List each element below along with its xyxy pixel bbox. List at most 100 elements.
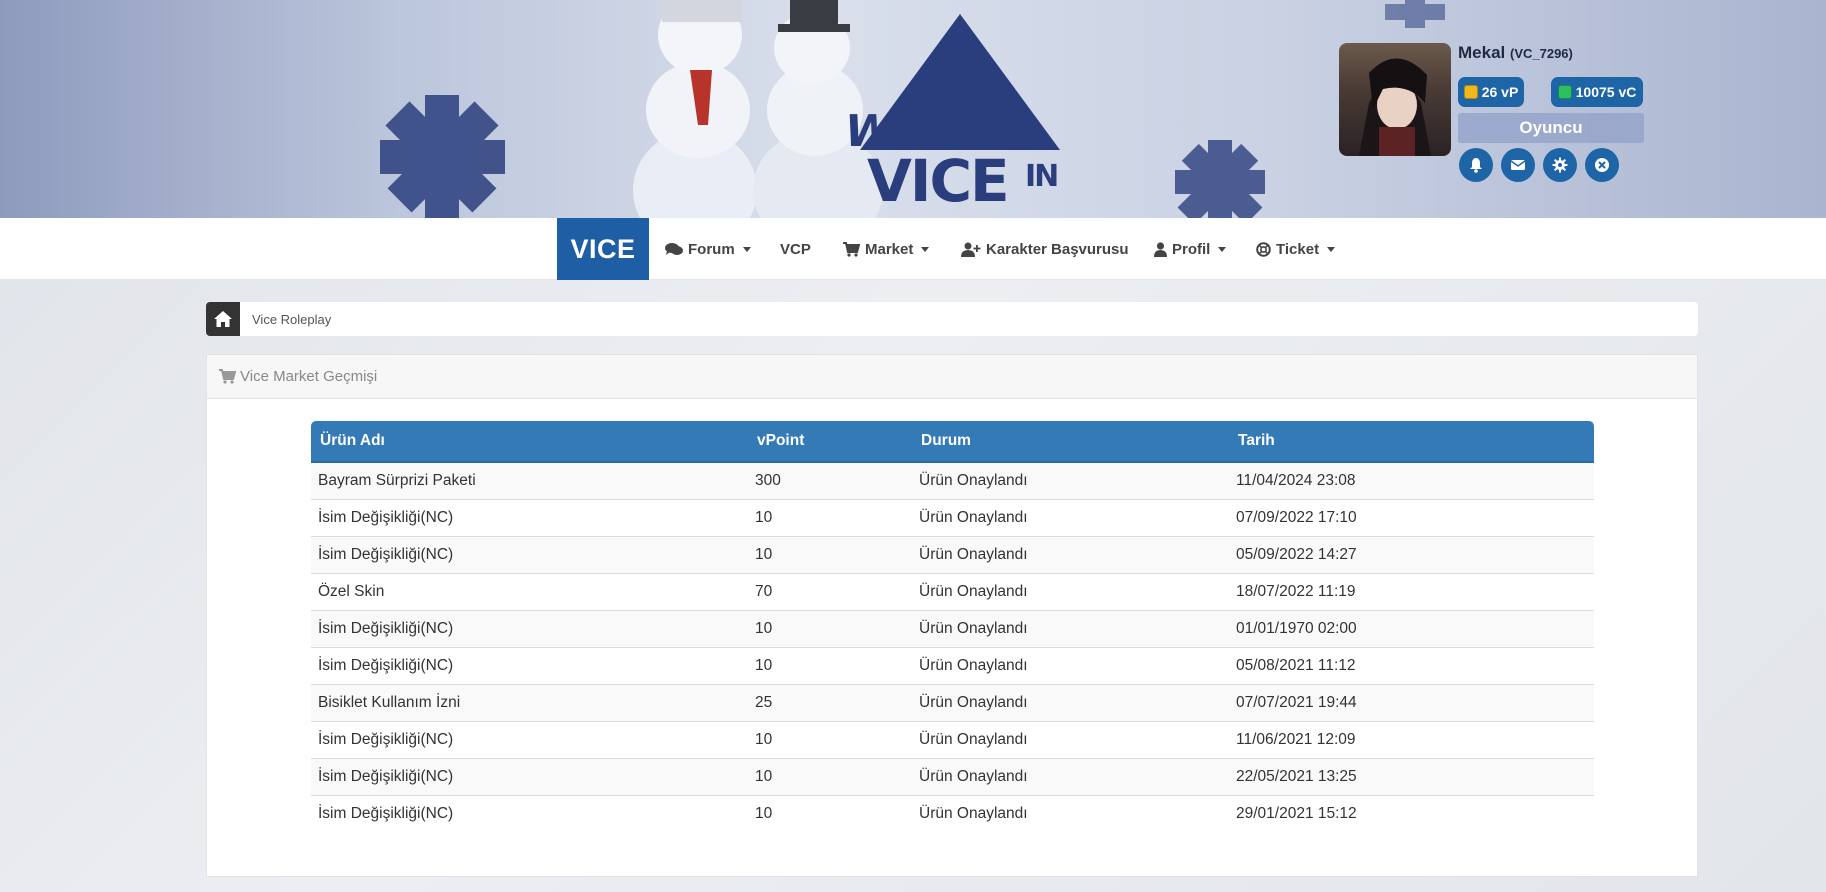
- cell-date: 11/06/2021 12:09: [1229, 720, 1594, 758]
- brand-text: VICE: [570, 233, 636, 264]
- logo-line-2: VICE: [867, 147, 1010, 215]
- lifering-icon: [1256, 241, 1271, 257]
- envelope-icon: [1510, 160, 1526, 170]
- comments-icon: [665, 243, 683, 255]
- snowflake-right: [1175, 140, 1265, 218]
- market-history-panel: Vice Market Geçmişi Ürün Adı vPoint Duru…: [206, 354, 1698, 877]
- table-header-row: Ürün Adı vPoint Durum Tarih: [311, 421, 1594, 463]
- messages-button[interactable]: [1501, 148, 1535, 182]
- cell-product: İsim Değişikliği(NC): [311, 720, 748, 758]
- cell-date: 05/08/2021 11:12: [1229, 646, 1594, 684]
- user-role-text: Oyuncu: [1519, 118, 1583, 137]
- cell-status: Ürün Onaylandı: [912, 757, 1229, 795]
- column-header-product[interactable]: Ürün Adı: [311, 421, 748, 463]
- nav-profile-label: Profil: [1172, 240, 1211, 258]
- cell-product: Bisiklet Kullanım İzni: [311, 683, 748, 721]
- vcash-balance[interactable]: 10075 vC: [1551, 77, 1643, 107]
- cell-status: Ürün Onaylandı: [912, 498, 1229, 536]
- cell-product: İsim Değişikliği(NC): [311, 498, 748, 536]
- cell-vpoint: 10: [748, 757, 912, 795]
- nav-market-label: Market: [865, 240, 914, 258]
- cell-date: 29/01/2021 15:12: [1229, 794, 1594, 832]
- cell-status: Ürün Onaylandı: [912, 572, 1229, 610]
- cell-vpoint: 10: [748, 794, 912, 832]
- breadcrumb-item[interactable]: Vice Roleplay: [252, 312, 331, 327]
- nav-character-application[interactable]: Karakter Başvurusu: [961, 218, 1129, 280]
- column-header-date[interactable]: Tarih: [1229, 421, 1594, 463]
- cell-date: 11/04/2024 23:08: [1229, 461, 1594, 499]
- user-name-text: Mekal: [1458, 43, 1506, 62]
- cell-product: İsim Değişikliği(NC): [311, 535, 748, 573]
- brand-link[interactable]: VICE: [557, 218, 649, 280]
- nav-profile[interactable]: Profil: [1154, 218, 1227, 280]
- main-navbar: VICE Forum VCP Market Karakter Başvurusu: [0, 218, 1826, 280]
- table-body: Bayram Sürprizi Paketi 300 Ürün Onaylandı 1…: [311, 461, 1594, 832]
- market-history-table: Ürün Adı vPoint Durum Tarih Bayram Sürpr…: [311, 421, 1594, 832]
- chevron-down-icon: [921, 246, 930, 252]
- cell-vpoint: 300: [748, 461, 912, 499]
- table-row: İsim Değişikliği(NC) 10 Ürün Onaylandı 11/0…: [311, 720, 1594, 758]
- table-row: İsim Değişikliği(NC) 10 Ürün Onaylandı 22/0…: [311, 757, 1594, 795]
- cell-date: 07/09/2022 17:10: [1229, 498, 1594, 536]
- snowflake-top: [1385, 0, 1445, 28]
- table-row: İsim Değişikliği(NC) 10 Ürün Onaylandı 29/0…: [311, 794, 1594, 832]
- table-row: İsim Değişikliği(NC) 10 Ürün Onaylandı 05/0…: [311, 646, 1594, 684]
- cell-status: Ürün Onaylandı: [912, 646, 1229, 684]
- panel-header: Vice Market Geçmişi: [207, 355, 1697, 399]
- nav-forum-label: Forum: [688, 240, 735, 258]
- cell-status: Ürün Onaylandı: [912, 609, 1229, 647]
- user-id: (VC_7296): [1509, 46, 1573, 61]
- vpoint-balance-text: 26 vP: [1481, 84, 1519, 100]
- table-row: Özel Skin 70 Ürün Onaylandı 18/07/2022 11:1…: [311, 572, 1594, 610]
- column-header-vpoint[interactable]: vPoint: [748, 421, 912, 463]
- chevron-down-icon: [1218, 246, 1227, 252]
- nav-market[interactable]: Market: [843, 218, 930, 280]
- header-banner: WINTER VICE IN Mekal (VC_7296) 26 vP 100…: [0, 0, 1826, 218]
- table-row: Bayram Sürprizi Paketi 300 Ürün Onaylandı 1…: [311, 461, 1594, 499]
- cell-status: Ürün Onaylandı: [912, 794, 1229, 832]
- user-role-badge: Oyuncu: [1458, 113, 1644, 143]
- cell-vpoint: 10: [748, 646, 912, 684]
- snowman-left: [633, 0, 757, 218]
- cell-status: Ürün Onaylandı: [912, 683, 1229, 721]
- site-logo[interactable]: WINTER VICE IN: [845, 12, 1060, 211]
- table-row: İsim Değişikliği(NC) 10 Ürün Onaylandı 01/0…: [311, 609, 1594, 647]
- breadcrumb: Vice Roleplay: [206, 302, 1698, 336]
- cell-product: Özel Skin: [311, 572, 748, 610]
- cell-date: 07/07/2021 19:44: [1229, 683, 1594, 721]
- user-plus-icon: [961, 242, 981, 257]
- cell-vpoint: 10: [748, 609, 912, 647]
- avatar-image: [1359, 58, 1431, 156]
- notifications-button[interactable]: [1459, 148, 1493, 182]
- logout-button[interactable]: [1585, 148, 1619, 182]
- coins-icon: [1463, 85, 1478, 99]
- user-name: Mekal (VC_7296): [1458, 43, 1573, 63]
- close-icon: [1595, 158, 1609, 172]
- cell-vpoint: 10: [748, 535, 912, 573]
- vpoint-balance[interactable]: 26 vP: [1458, 77, 1524, 107]
- cell-date: 22/05/2021 13:25: [1229, 757, 1594, 795]
- column-header-status[interactable]: Durum: [912, 421, 1229, 463]
- nav-ticket[interactable]: Ticket: [1256, 218, 1336, 280]
- cell-date: 05/09/2022 14:27: [1229, 535, 1594, 573]
- settings-button[interactable]: [1543, 148, 1577, 182]
- cart-icon: [219, 369, 236, 384]
- cell-product: İsim Değişikliği(NC): [311, 646, 748, 684]
- cell-product: İsim Değişikliği(NC): [311, 757, 748, 795]
- cell-vpoint: 10: [748, 498, 912, 536]
- chevron-down-icon: [742, 246, 751, 252]
- home-button[interactable]: [206, 302, 240, 336]
- nav-vcp[interactable]: VCP: [780, 218, 811, 280]
- cell-product: İsim Değişikliği(NC): [311, 609, 748, 647]
- table-row: İsim Değişikliği(NC) 10 Ürün Onaylandı 07/0…: [311, 498, 1594, 536]
- avatar[interactable]: [1339, 43, 1451, 156]
- cart-icon: [843, 241, 860, 257]
- table-row: Bisiklet Kullanım İzni 25 Ürün Onaylandı 07…: [311, 683, 1594, 721]
- cell-product: İsim Değişikliği(NC): [311, 794, 748, 832]
- nav-forum[interactable]: Forum: [665, 218, 751, 280]
- chevron-down-icon: [1327, 246, 1336, 252]
- cell-vpoint: 70: [748, 572, 912, 610]
- money-icon: [1557, 85, 1572, 99]
- cell-product: Bayram Sürprizi Paketi: [311, 461, 748, 499]
- cell-vpoint: 25: [748, 683, 912, 721]
